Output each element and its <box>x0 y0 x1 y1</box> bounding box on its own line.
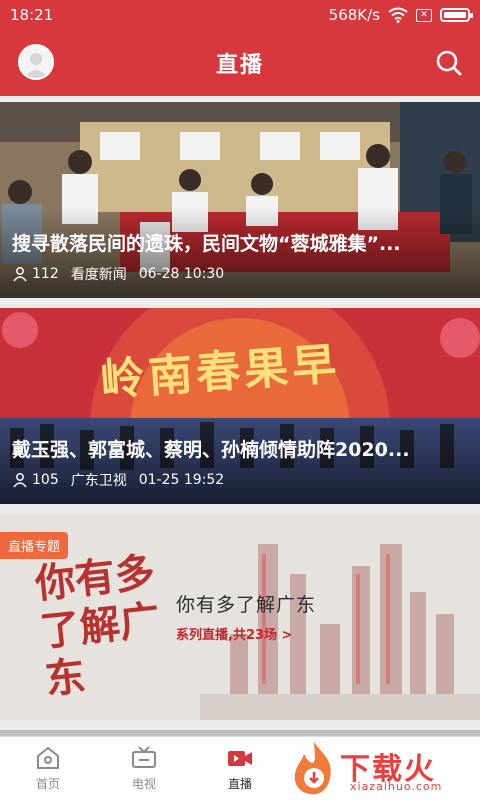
topic-title: 你有多了解广东 <box>176 594 317 616</box>
tab-live[interactable]: 直播 <box>192 737 288 800</box>
page-title: 直播 <box>215 53 264 78</box>
tv-icon <box>132 746 156 768</box>
person-icon <box>13 267 27 282</box>
battery-icon <box>440 8 473 22</box>
topic-calligraphy: 你有多了解广东 <box>32 548 163 704</box>
live-source: 看度新闻 <box>70 267 127 283</box>
network-speed: 568K/s <box>328 6 380 24</box>
viewer-count: 112 <box>12 266 59 282</box>
live-time: 01-25 19:52 <box>138 472 225 488</box>
tab-home[interactable]: 首页 <box>0 737 96 800</box>
live-source: 广东卫视 <box>70 473 127 489</box>
status-time: 18:21 <box>10 6 54 24</box>
live-meta: 112 看度新闻 06-28 10:30 <box>12 264 224 284</box>
live-title: 戴玉强、郭富城、蔡明、孙楠倾情助阵2020... <box>12 439 410 461</box>
home-icon <box>37 746 59 769</box>
live-meta: 105 广东卫视 01-25 19:52 <box>12 470 224 490</box>
live-topic-card[interactable]: 你有多了解广东 直播专题 你有多了解广东 系列直播,共23场 > <box>0 514 480 720</box>
user-avatar[interactable] <box>18 44 54 80</box>
live-title: 搜寻散落民间的遗珠，民间文物“蓉城雅集”... <box>12 233 401 255</box>
flame-logo-icon <box>294 742 331 795</box>
live-time: 06-28 10:30 <box>138 266 225 282</box>
topic-subtitle[interactable]: 系列直播,共23场 > <box>176 624 292 643</box>
live-card[interactable]: 搜寻散落民间的遗珠，民间文物“蓉城雅集”... 112 看度新闻 06-28 1… <box>0 102 480 298</box>
no-sim-icon: ✕ <box>416 8 432 22</box>
viewer-count-value: 105 <box>32 472 59 488</box>
search-icon <box>436 50 462 76</box>
tab-tv[interactable]: 电视 <box>96 737 192 800</box>
viewer-count-value: 112 <box>32 266 59 282</box>
viewer-count: 105 <box>12 472 59 488</box>
app-header: 直播 <box>0 30 480 96</box>
person-icon <box>13 473 27 488</box>
topic-badge: 直播专题 <box>0 532 69 559</box>
search-button[interactable] <box>434 48 464 78</box>
live-feed: 搜寻散落民间的遗珠，民间文物“蓉城雅集”... 112 看度新闻 06-28 1… <box>0 96 480 736</box>
live-card[interactable]: 岭南春果早 戴玉强、郭富城、蔡明、孙楠倾情助阵2020... 105 广东卫视 … <box>0 308 480 504</box>
avatar-person-icon <box>20 46 52 78</box>
tab-tv-label: 电视 <box>131 777 156 791</box>
watermark-url: xiazaihuo.com <box>350 780 443 793</box>
watermark: 下载火 xiazaihuo.com <box>282 736 480 800</box>
live-video-icon <box>228 751 252 766</box>
status-bar: 18:21 568K/s ✕ <box>0 0 480 30</box>
tab-live-label: 直播 <box>227 777 252 791</box>
wifi-icon <box>388 7 408 23</box>
tab-home-label: 首页 <box>35 777 60 791</box>
